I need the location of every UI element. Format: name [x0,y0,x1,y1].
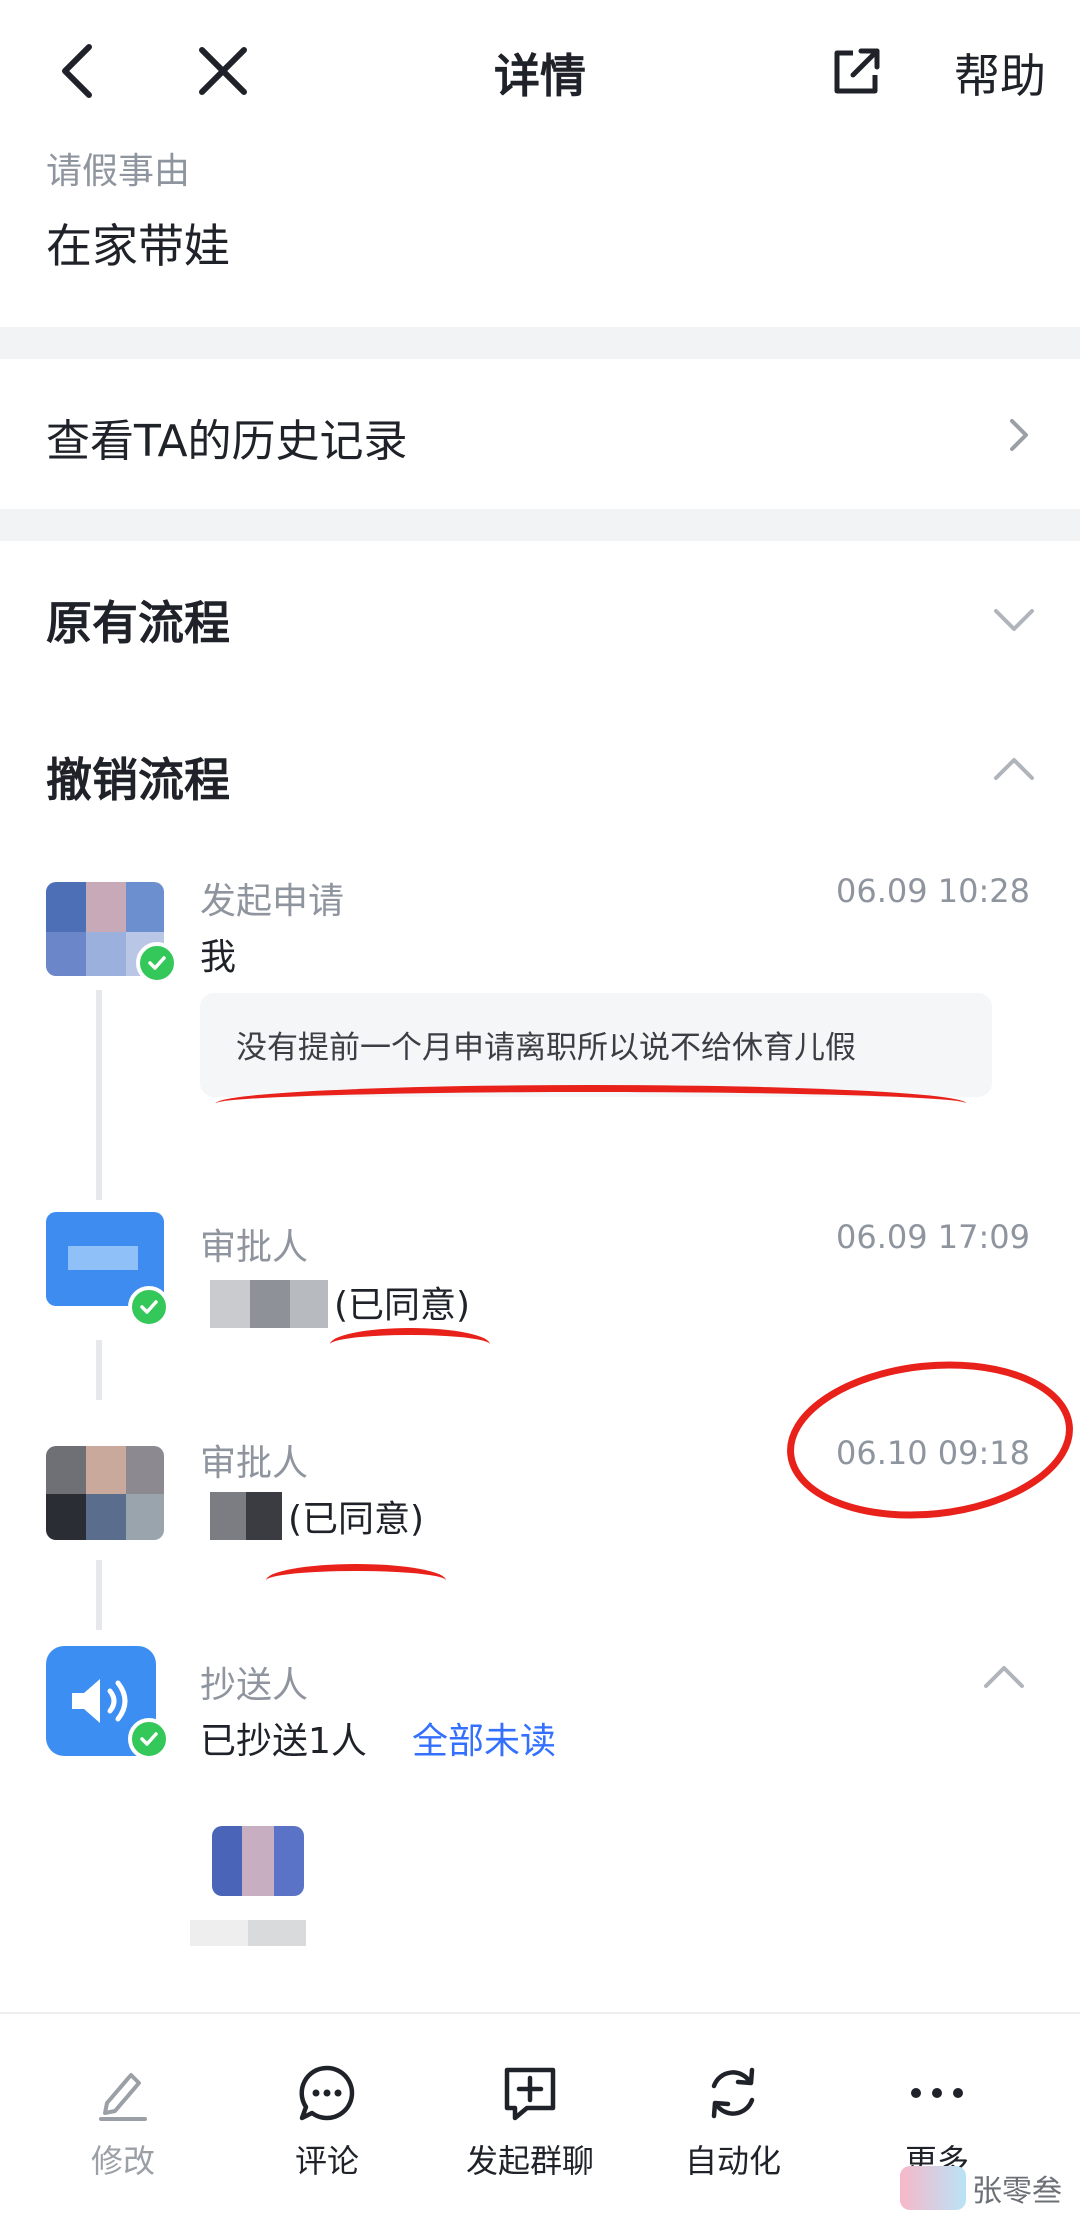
reason-value: 在家带娃 [46,219,230,273]
original-flow-title: 原有流程 [46,596,230,650]
edit-icon [99,2073,147,2121]
step-label: 审批人 [200,1443,309,1484]
chevron-down-icon [994,609,1034,631]
comment-icon [299,2065,355,2121]
timeline-connector [96,990,102,1200]
watermark: 张零叁 [900,2166,1062,2210]
revoke-flow-title: 撤销流程 [46,753,230,807]
approval-status: (已同意) [288,1499,425,1540]
tab-group-chat[interactable]: 发起群聊 [455,2058,605,2182]
approved-check-icon [136,942,178,984]
approved-check-icon [128,1718,170,1760]
page-title: 详情 [494,49,586,103]
step-label: 审批人 [200,1227,309,1268]
tab-label: 发起群聊 [465,2142,594,2180]
tab-label: 自动化 [684,2142,781,2180]
step-name: 我 [200,937,237,978]
watermark-text: 张零叁 [972,2174,1062,2209]
tab-label: 修改 [90,2142,155,2180]
help-button[interactable]: 帮助 [954,40,1046,106]
history-label: 查看TA的历史记录 [46,416,408,467]
revoke-flow-header[interactable]: 撤销流程 [0,700,1080,840]
step-time: 06.09 17:09 [836,1218,1030,1256]
cc-recipient-avatar[interactable] [212,1826,304,1896]
tab-automation[interactable]: 自动化 [658,2058,808,2182]
original-flow-header[interactable]: 原有流程 [0,541,1080,691]
avatar [46,1446,164,1540]
step-label: 发起申请 [200,881,345,922]
tab-label: 评论 [294,2142,359,2180]
tab-comment[interactable]: 评论 [252,2058,402,2182]
comment-text: 没有提前一个月申请离职所以说不给休育儿假 [236,1030,856,1066]
approval-status: (已同意) [334,1285,471,1326]
tab-more[interactable]: 更多 [862,2058,1012,2182]
watermark-logo-icon [900,2166,966,2210]
approver-name-redacted [210,1280,328,1328]
chevron-up-icon [994,758,1034,780]
cc-summary: 已抄送1人 [200,1721,367,1762]
step-label: 抄送人 [200,1665,309,1706]
reason-label: 请假事由 [46,151,191,192]
red-underline-annotation [330,1328,490,1361]
red-circle-annotation [787,1361,1073,1519]
group-chat-icon [504,2067,556,2121]
chevron-right-icon [1010,419,1028,451]
timeline-connector [96,1340,102,1400]
chevron-up-icon[interactable] [974,1648,1034,1708]
cc-unread-link[interactable]: 全部未读 [412,1712,556,1764]
red-underline-annotation [216,1085,966,1122]
more-icon [911,2088,963,2098]
cc-recipient-name-redacted [190,1920,306,1946]
share-external-icon [834,48,880,94]
tab-edit[interactable]: 修改 [48,2058,198,2182]
speaker-icon [72,1679,128,1723]
share-button[interactable] [822,36,892,106]
section-divider [0,509,1080,541]
red-underline-annotation [266,1564,446,1597]
approved-check-icon [128,1286,170,1328]
history-row[interactable]: 查看TA的历史记录 [0,359,1080,509]
step-time: 06.09 10:28 [836,872,1030,910]
approver-name-redacted [210,1492,282,1540]
automation-icon [711,2067,755,2119]
section-divider [0,327,1080,359]
timeline-connector [96,1560,102,1630]
